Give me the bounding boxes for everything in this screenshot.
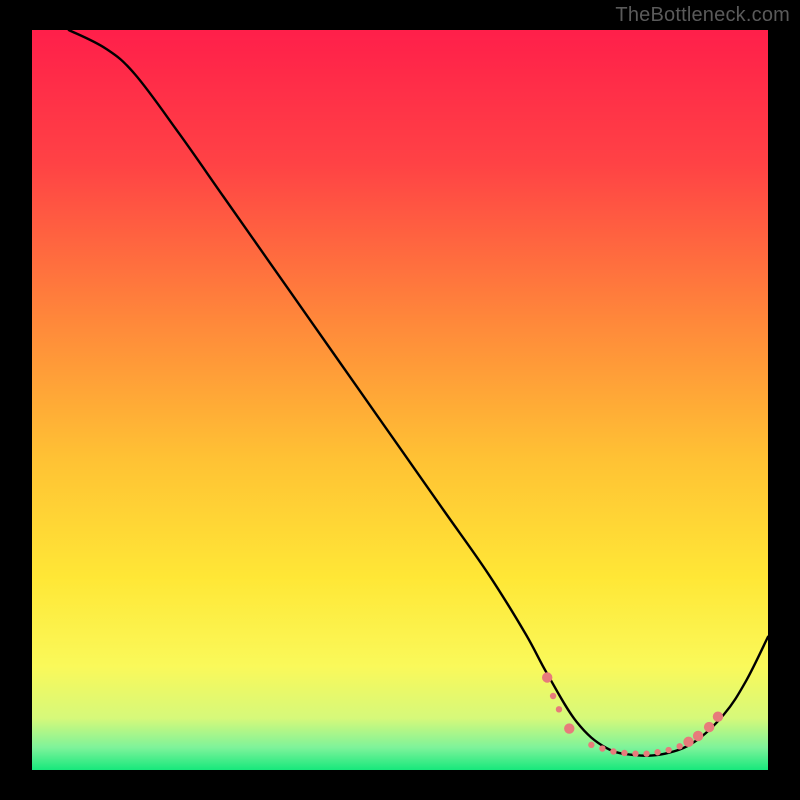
marker-dot [713,712,723,722]
marker-dot [665,747,671,753]
marker-dot [621,750,627,756]
chart-plot [32,30,768,770]
marker-dot [564,723,574,733]
marker-dot [676,743,682,749]
marker-dot [542,672,552,682]
chart-stage: TheBottleneck.com [0,0,800,800]
marker-dot [654,749,660,755]
marker-dot [599,745,605,751]
marker-dot [683,737,693,747]
marker-dot [588,742,594,748]
marker-dot [632,751,638,757]
marker-dot [693,731,703,741]
watermark-text: TheBottleneck.com [615,4,790,27]
gradient-background [32,30,768,770]
marker-dot [704,722,714,732]
marker-dot [550,693,556,699]
marker-dot [556,706,562,712]
marker-dot [643,751,649,757]
marker-dot [610,748,616,754]
chart-svg [32,30,768,770]
